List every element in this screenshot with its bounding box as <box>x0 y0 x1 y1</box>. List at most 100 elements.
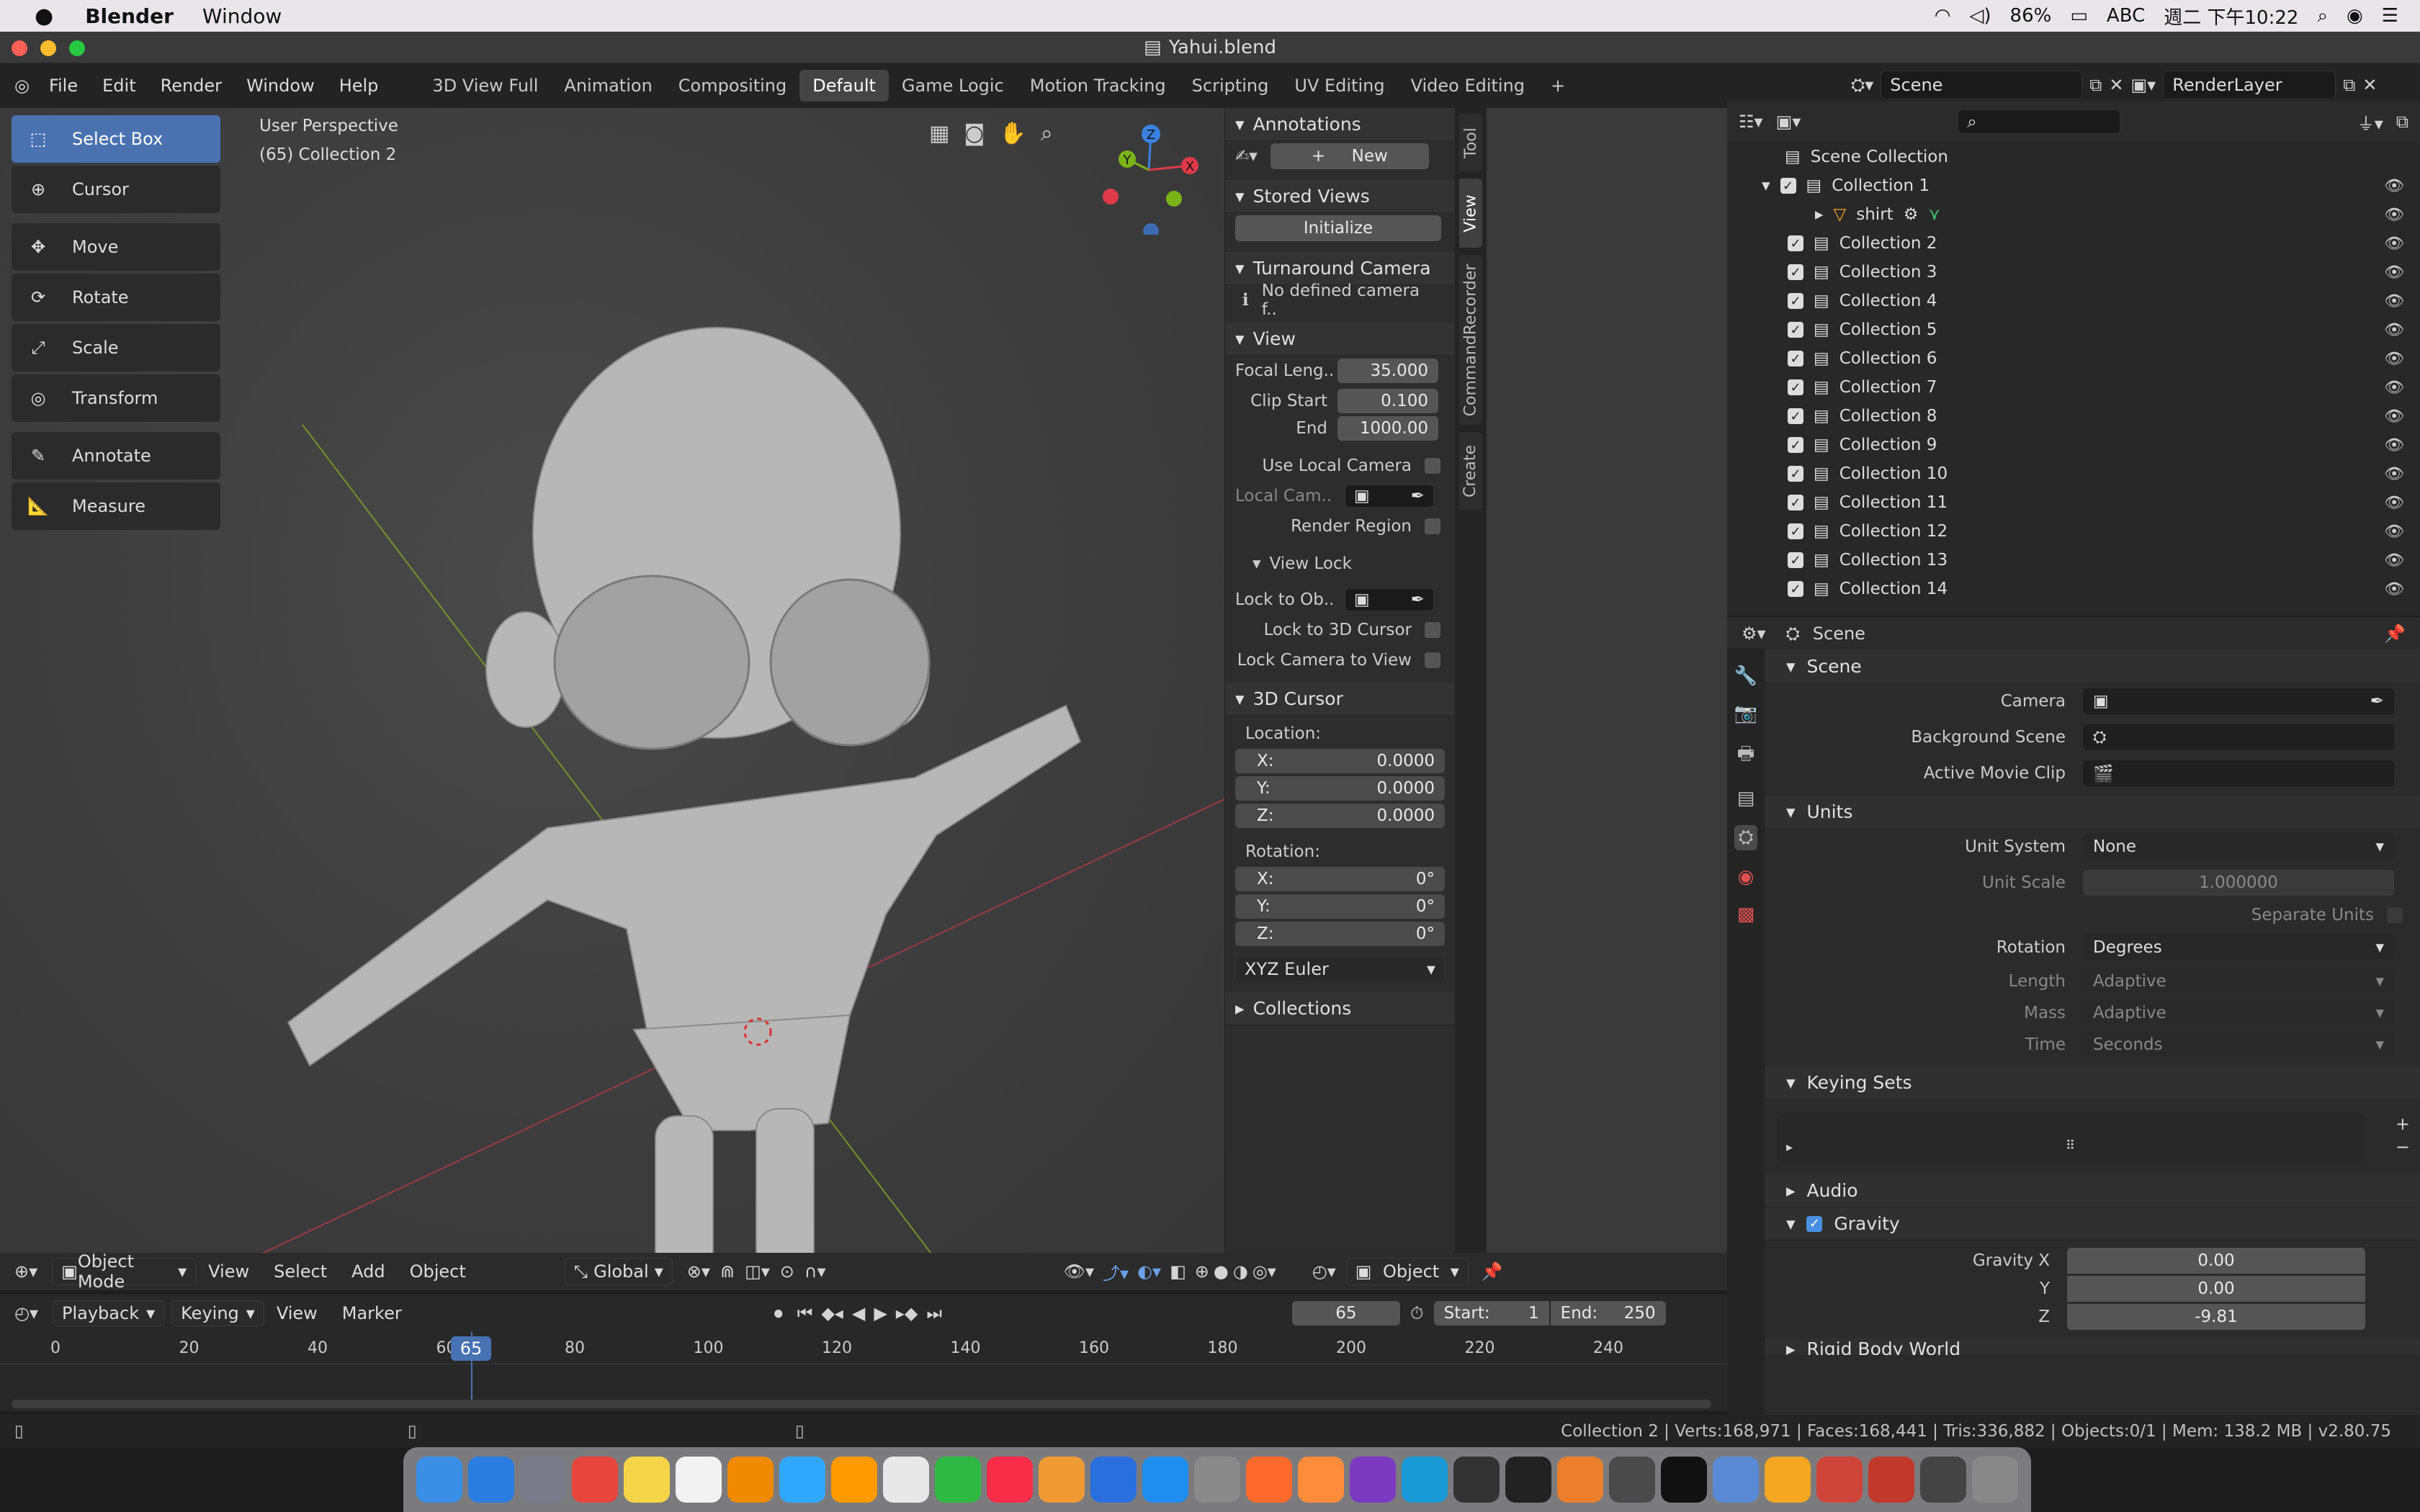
outliner-search-input[interactable]: ⌕ <box>1958 109 2121 134</box>
panel-collections-header[interactable]: ▸ Collections <box>1225 992 1455 1025</box>
renderlayer-field[interactable]: RenderLayer <box>2163 71 2336 99</box>
render-engine-icon[interactable]: ◴▾ <box>1312 1261 1336 1282</box>
rotation-mode-select[interactable]: XYZ Euler ▾ <box>1235 956 1445 982</box>
visibility-checkbox[interactable]: ✓ <box>1788 552 1803 568</box>
initialize-button[interactable]: Initialize <box>1235 215 1441 241</box>
visibility-checkbox[interactable]: ✓ <box>1788 322 1803 338</box>
gravity-y-field[interactable]: 0.00 <box>2067 1276 2365 1302</box>
timeline[interactable]: 0 20 40 60 80 100 120 140 160 180 200 220 240 65 <box>0 1332 1727 1411</box>
view-lock-subpanel[interactable]: ▾ View Lock <box>1225 549 1455 579</box>
dock-calendar-icon[interactable] <box>676 1457 722 1503</box>
dock-sublime-icon[interactable] <box>1298 1457 1344 1503</box>
battery-percent[interactable]: 86% <box>2010 5 2052 27</box>
outliner-row-collection[interactable]: ✓ ▤ Collection 7 👁 <box>1727 373 2420 402</box>
tool-move[interactable]: ✥ Move <box>12 223 220 271</box>
delete-renderlayer-icon[interactable]: ✕ <box>2362 75 2377 95</box>
tool-settings-icon[interactable]: 🔧 <box>1734 665 1757 687</box>
dock-final-cut-icon[interactable] <box>1609 1457 1655 1503</box>
visibility-checkbox[interactable]: ✓ <box>1788 495 1803 510</box>
eye-icon[interactable]: 👁 <box>2384 552 2404 570</box>
lock-to-object-field[interactable]: ▣ ✒ <box>1345 588 1434 611</box>
menu-object[interactable]: Object <box>398 1261 478 1282</box>
cursor-rotation-y[interactable]: Y: 0° <box>1235 894 1445 919</box>
cursor-location-x[interactable]: X: 0.0000 <box>1235 749 1445 773</box>
dock-blender-icon[interactable] <box>1557 1457 1603 1503</box>
dock-live-icon[interactable] <box>1661 1457 1707 1503</box>
dock-messages-icon[interactable] <box>935 1457 981 1503</box>
end-frame-field[interactable]: End: 250 <box>1550 1301 1666 1326</box>
rotation-units-select[interactable]: Degrees ▾ <box>2083 935 2394 960</box>
eye-icon[interactable]: 👁 <box>2384 264 2404 282</box>
panel-3d-cursor-header[interactable]: ▾ 3D Cursor <box>1225 683 1455 716</box>
dock-edge-icon[interactable] <box>1402 1457 1448 1503</box>
visibility-checkbox[interactable]: ✓ <box>1788 523 1803 539</box>
dock-infuse-icon[interactable] <box>1765 1457 1811 1503</box>
snap-target-icon[interactable]: ◫▾ <box>745 1261 770 1282</box>
cursor-location-y[interactable]: Y: 0.0000 <box>1235 776 1445 801</box>
tool-scale[interactable]: ⤢ Scale <box>12 324 220 372</box>
focal-length-field[interactable]: 35.000 <box>1337 359 1438 383</box>
battery-icon[interactable]: ▭ <box>2070 5 2088 27</box>
dock-vlc-icon[interactable] <box>727 1457 774 1503</box>
keying-sets-list[interactable]: ▸ ⠿ <box>1778 1114 2365 1164</box>
scene-tab-icon[interactable]: ⛭ <box>1734 825 1758 850</box>
siri-icon[interactable]: ◉ <box>2347 5 2363 27</box>
menu-add[interactable]: Add <box>339 1261 397 1282</box>
outliner-row-shirt[interactable]: ▸ ▽ shirt ⚙ ⋎ 👁 <box>1727 200 2420 229</box>
menu-select[interactable]: Select <box>261 1261 339 1282</box>
menu-window[interactable]: Window <box>234 76 327 96</box>
menu-help[interactable]: Help <box>327 76 391 96</box>
eye-icon[interactable]: 👁 <box>2384 494 2404 512</box>
render-region-checkbox[interactable] <box>1425 518 1440 534</box>
outliner-row-collection1[interactable]: ▾ ✓ ▤ Collection 1 👁 <box>1727 171 2420 200</box>
gravity-x-field[interactable]: 0.00 <box>2067 1248 2365 1274</box>
spotlight-icon[interactable]: ⌕ <box>2317 5 2328 27</box>
playback-menu[interactable]: Playback ▾ <box>53 1300 165 1326</box>
timeline-scrollbar[interactable] <box>12 1400 1711 1408</box>
outliner-scene-collection[interactable]: ▤ Scene Collection <box>1727 143 2420 171</box>
dock-terminal-icon[interactable] <box>1505 1457 1551 1503</box>
timeline-marker-menu[interactable]: Marker <box>330 1303 414 1323</box>
visibility-checkbox[interactable]: ✓ <box>1788 581 1803 597</box>
dock-ps-icon[interactable] <box>779 1457 825 1503</box>
tab-commandrecorder[interactable]: CommandRecorder <box>1459 255 1482 425</box>
tab-compositing[interactable]: Compositing <box>666 70 799 102</box>
outliner-row-collection[interactable]: ✓ ▤ Collection 6 👁 <box>1727 344 2420 373</box>
clip-end-field[interactable]: 1000.00 <box>1337 416 1438 441</box>
menu-view[interactable]: View <box>196 1261 261 1282</box>
dock-unity-icon[interactable] <box>1453 1457 1500 1503</box>
visibility-icon[interactable]: 👁▾ <box>1064 1261 1095 1282</box>
mode-select[interactable]: ▣ Object Mode ▾ <box>52 1251 197 1292</box>
xray-icon[interactable]: ◧ <box>1170 1261 1186 1282</box>
dock-keynote-icon[interactable] <box>1090 1457 1137 1503</box>
panel-turnaround-header[interactable]: ▾ Turnaround Camera <box>1225 252 1455 285</box>
dock-ai-icon[interactable] <box>831 1457 877 1503</box>
dock-photos-icon[interactable] <box>883 1457 929 1503</box>
dock-notes-icon[interactable] <box>624 1457 670 1503</box>
dock-git-icon[interactable] <box>1816 1457 1863 1503</box>
pan-hand-icon[interactable]: ✋ <box>999 121 1026 146</box>
menu-edit[interactable]: Edit <box>90 76 148 96</box>
keying-menu[interactable]: Keying ▾ <box>171 1300 264 1326</box>
zoom-icon[interactable]: ⌕ <box>1041 121 1053 146</box>
section-scene[interactable]: ▾ Scene <box>1765 650 2420 683</box>
dock-trash-icon[interactable] <box>1972 1457 2018 1503</box>
tab-animation[interactable]: Animation <box>551 70 665 102</box>
start-frame-field[interactable]: Start: 1 <box>1433 1301 1549 1326</box>
length-select[interactable]: Adaptive ▾ <box>2083 968 2394 994</box>
panel-annotations-header[interactable]: ▾ Annotations <box>1225 108 1455 141</box>
camera-field[interactable]: ▣ ✒ <box>2083 688 2394 714</box>
tab-create[interactable]: Create <box>1459 432 1482 510</box>
pin-icon[interactable]: 📌 <box>2384 624 2406 644</box>
outliner-row-collection[interactable]: ✓ ▤ Collection 11 👁 <box>1727 488 2420 517</box>
tab-view[interactable]: View <box>1459 179 1482 248</box>
object-type-select[interactable]: ▣ Object ▾ <box>1345 1258 1469 1285</box>
tool-measure[interactable]: 📐 Measure <box>12 482 220 530</box>
clip-start-field[interactable]: 0.100 <box>1337 389 1438 413</box>
volume-icon[interactable]: ◁) <box>1969 5 1991 27</box>
editor-type-icon[interactable]: ⚙▾ <box>1742 624 1766 644</box>
lock-camera-checkbox[interactable] <box>1425 652 1440 668</box>
pin-icon[interactable]: 📌 <box>1482 1261 1503 1282</box>
transform-orientation-select[interactable]: ⤡ Global ▾ <box>564 1258 673 1285</box>
outliner-row-collection[interactable]: ✓ ▤ Collection 12 👁 <box>1727 517 2420 546</box>
